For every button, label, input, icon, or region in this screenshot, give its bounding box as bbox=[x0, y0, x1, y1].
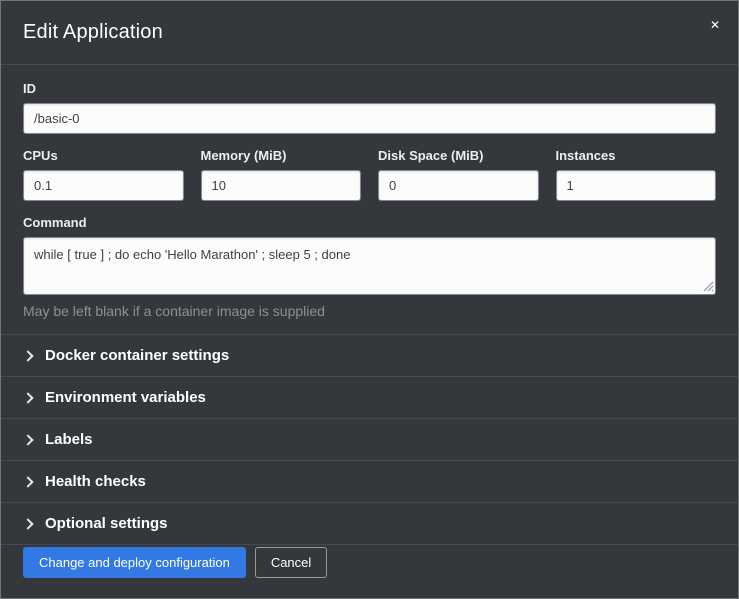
chevron-right-icon bbox=[22, 350, 33, 361]
section-docker-container-settings[interactable]: Docker container settings bbox=[1, 335, 738, 377]
id-input[interactable] bbox=[23, 103, 716, 134]
command-textarea-wrap: while [ true ] ; do echo 'Hello Marathon… bbox=[23, 237, 716, 295]
section-environment-variables[interactable]: Environment variables bbox=[1, 377, 738, 419]
page-title: Edit Application bbox=[23, 19, 716, 45]
section-label: Docker container settings bbox=[45, 347, 229, 364]
command-field-group: Command while [ true ] ; do echo 'Hello … bbox=[23, 215, 716, 320]
section-label: Labels bbox=[45, 431, 93, 448]
change-and-deploy-button[interactable]: Change and deploy configuration bbox=[23, 547, 246, 578]
instances-field-group: Instances bbox=[556, 148, 717, 201]
disk-space-input[interactable] bbox=[378, 170, 539, 201]
memory-field-group: Memory (MiB) bbox=[201, 148, 362, 201]
section-label: Health checks bbox=[45, 473, 146, 490]
cpus-field-group: CPUs bbox=[23, 148, 184, 201]
section-optional-settings[interactable]: Optional settings bbox=[1, 503, 738, 545]
instances-label: Instances bbox=[556, 148, 717, 163]
resources-row: CPUs Memory (MiB) Disk Space (MiB) Insta… bbox=[23, 148, 716, 201]
edit-application-modal: Edit Application ✕ ID CPUs Memory (MiB) … bbox=[0, 0, 739, 599]
id-label: ID bbox=[23, 81, 716, 96]
command-textarea[interactable]: while [ true ] ; do echo 'Hello Marathon… bbox=[23, 237, 716, 295]
section-labels[interactable]: Labels bbox=[1, 419, 738, 461]
section-label: Environment variables bbox=[45, 389, 206, 406]
chevron-right-icon bbox=[22, 476, 33, 487]
id-field-group: ID bbox=[23, 81, 716, 134]
chevron-right-icon bbox=[22, 434, 33, 445]
memory-label: Memory (MiB) bbox=[201, 148, 362, 163]
memory-input[interactable] bbox=[201, 170, 362, 201]
cancel-button[interactable]: Cancel bbox=[255, 547, 327, 578]
instances-input[interactable] bbox=[556, 170, 717, 201]
close-icon: ✕ bbox=[710, 18, 720, 32]
chevron-right-icon bbox=[22, 392, 33, 403]
section-health-checks[interactable]: Health checks bbox=[1, 461, 738, 503]
disk-field-group: Disk Space (MiB) bbox=[378, 148, 539, 201]
resize-handle-icon[interactable] bbox=[703, 281, 714, 292]
command-help-text: May be left blank if a container image i… bbox=[23, 302, 716, 320]
accordion-sections: Docker container settings Environment va… bbox=[1, 334, 738, 545]
modal-footer: Change and deploy configuration Cancel bbox=[1, 547, 738, 598]
command-label: Command bbox=[23, 215, 716, 230]
chevron-right-icon bbox=[22, 518, 33, 529]
cpus-input[interactable] bbox=[23, 170, 184, 201]
disk-space-label: Disk Space (MiB) bbox=[378, 148, 539, 163]
modal-header: Edit Application ✕ bbox=[1, 1, 738, 65]
section-label: Optional settings bbox=[45, 515, 168, 532]
close-button[interactable]: ✕ bbox=[706, 15, 724, 35]
cpus-label: CPUs bbox=[23, 148, 184, 163]
application-form: ID CPUs Memory (MiB) Disk Space (MiB) In… bbox=[1, 65, 738, 334]
